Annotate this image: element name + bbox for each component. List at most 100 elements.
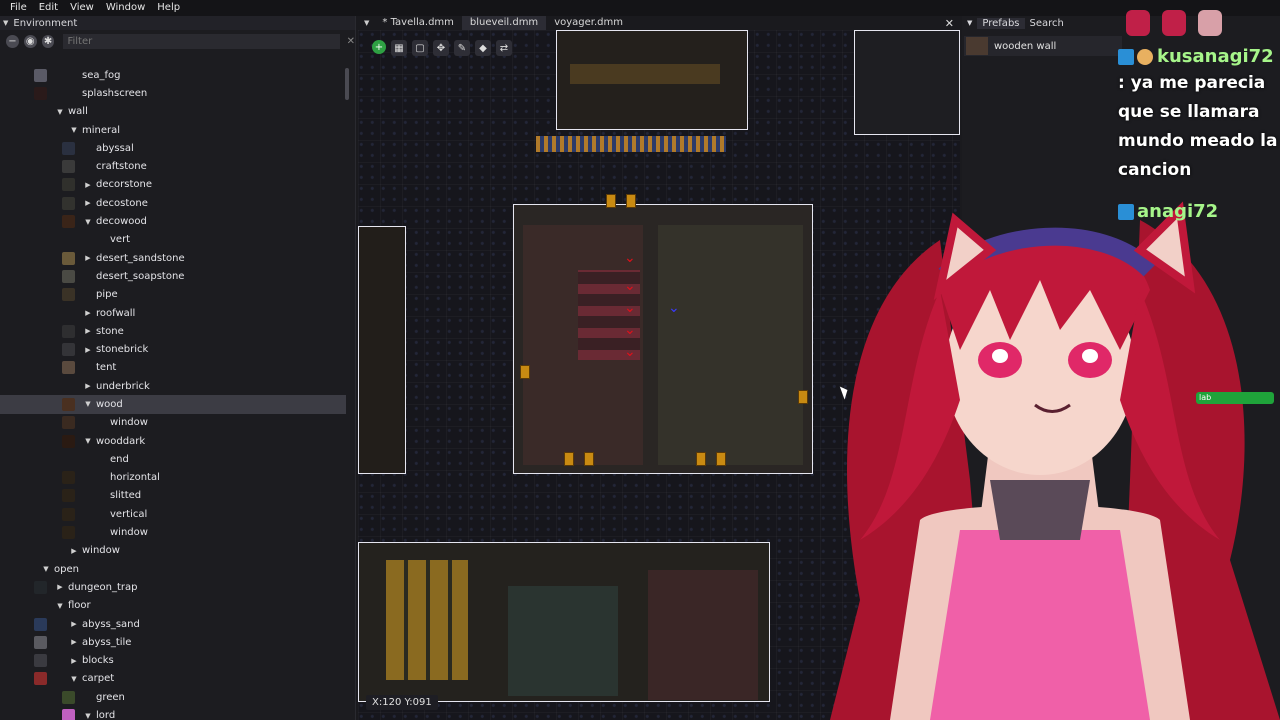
- tree-item[interactable]: ▶ stone: [0, 322, 346, 340]
- collapse-all-icon[interactable]: −: [6, 34, 19, 48]
- tree-item[interactable]: ▼ wall: [0, 103, 346, 121]
- tree-item[interactable]: ▶ roofwall: [0, 304, 346, 322]
- eraser-icon[interactable]: ◆: [475, 40, 491, 56]
- chevron-right-icon[interactable]: ▶: [82, 327, 94, 335]
- chevron-down-icon[interactable]: ▼: [82, 400, 94, 408]
- chevron-down-icon[interactable]: ▼: [68, 126, 80, 134]
- tree-item[interactable]: ▶ desert_sandstone: [0, 249, 346, 267]
- clear-filter-icon[interactable]: ✕: [347, 36, 355, 47]
- tree-item[interactable]: ▶ blocks: [0, 652, 346, 670]
- select-icon[interactable]: ▢: [412, 40, 428, 56]
- tree-item[interactable]: window: [0, 523, 346, 541]
- tree-item[interactable]: desert_soapstone: [0, 267, 346, 285]
- tile-thumbnail: [62, 416, 75, 430]
- map-floor-stone: [658, 225, 803, 465]
- map-crate: [520, 365, 530, 379]
- tree-item[interactable]: end: [0, 450, 346, 468]
- swap-icon[interactable]: ⇄: [496, 40, 512, 56]
- red-arrow-icon: ⌄: [624, 278, 636, 294]
- chevron-right-icon[interactable]: ▶: [54, 583, 66, 591]
- chevron-down-icon[interactable]: ▼: [82, 218, 94, 226]
- menu-view[interactable]: View: [64, 0, 100, 16]
- tile-thumbnail: [34, 654, 47, 668]
- environment-header[interactable]: ▼ Environment: [0, 16, 355, 30]
- tree-item[interactable]: ▶ abyss_sand: [0, 615, 346, 633]
- gear-icon[interactable]: ✱: [41, 34, 55, 48]
- tree-item[interactable]: craftstone: [0, 157, 346, 175]
- chevron-right-icon[interactable]: ▶: [82, 199, 94, 207]
- map-crate: [696, 452, 706, 466]
- chevron-right-icon[interactable]: ▶: [82, 382, 94, 390]
- tree-item[interactable]: ▼ wood: [0, 395, 346, 414]
- chevron-down-icon[interactable]: ▼: [40, 565, 52, 573]
- chevron-down-icon[interactable]: ▼: [82, 712, 94, 720]
- move-icon[interactable]: ✥: [433, 40, 449, 56]
- eye-icon[interactable]: ◉: [23, 34, 37, 48]
- tree-scrollbar[interactable]: [345, 68, 349, 100]
- tree-item[interactable]: slitted: [0, 487, 346, 505]
- menu-file[interactable]: File: [4, 0, 33, 16]
- map-crate: [564, 452, 574, 466]
- tabs-menu-icon[interactable]: ▼: [364, 19, 369, 27]
- chevron-right-icon[interactable]: ▶: [82, 309, 94, 317]
- chevron-right-icon[interactable]: ▶: [82, 254, 94, 262]
- tree-item[interactable]: pipe: [0, 286, 346, 304]
- prefab-item[interactable]: wooden wall: [964, 36, 1122, 56]
- chevron-right-icon[interactable]: ▶: [68, 657, 80, 665]
- chevron-right-icon[interactable]: ▶: [68, 547, 80, 555]
- tree-item[interactable]: sea_fog: [0, 66, 346, 84]
- tree-item[interactable]: ▶ dungeon_trap: [0, 578, 346, 596]
- tab-prefabs[interactable]: Prefabs: [977, 17, 1025, 29]
- menu-help[interactable]: Help: [151, 0, 186, 16]
- tree-item[interactable]: green: [0, 688, 346, 706]
- chevron-down-icon[interactable]: ▼: [54, 602, 66, 610]
- tree-item[interactable]: tent: [0, 359, 346, 377]
- chevron-right-icon[interactable]: ▶: [68, 620, 80, 628]
- tree-item[interactable]: ▶ stonebrick: [0, 340, 346, 358]
- menu-edit[interactable]: Edit: [33, 0, 64, 16]
- grid-icon[interactable]: ▦: [391, 40, 407, 56]
- tree-item-label: roofwall: [96, 307, 136, 319]
- chevron-right-icon[interactable]: ▶: [82, 346, 94, 354]
- filter-input[interactable]: [63, 33, 340, 49]
- chevron-down-icon[interactable]: ▼: [54, 108, 66, 116]
- tab-blueveil[interactable]: blueveil.dmm: [461, 16, 547, 30]
- tree-item[interactable]: horizontal: [0, 469, 346, 487]
- tree-item[interactable]: ▼ carpet: [0, 670, 346, 688]
- close-tab-icon[interactable]: ✕: [945, 17, 954, 30]
- tab-search[interactable]: Search: [1025, 18, 1069, 29]
- tree-item[interactable]: ▼ open: [0, 560, 346, 578]
- tree-item-label: splashscreen: [82, 87, 148, 99]
- tree-item[interactable]: ▶ window: [0, 542, 346, 560]
- collapse-icon[interactable]: ▼: [3, 19, 8, 27]
- tab-tavella[interactable]: * Tavella.dmm: [374, 16, 462, 30]
- tree-item[interactable]: ▶ decostone: [0, 194, 346, 212]
- tab-voyager[interactable]: voyager.dmm: [546, 16, 631, 30]
- chevron-down-icon[interactable]: ▼: [68, 675, 80, 683]
- tree-item[interactable]: window: [0, 414, 346, 432]
- panel-menu-icon[interactable]: ▼: [967, 19, 972, 27]
- tree-item[interactable]: ▶ underbrick: [0, 377, 346, 395]
- tree-item[interactable]: splashscreen: [0, 84, 346, 102]
- pencil-icon[interactable]: ✎: [454, 40, 470, 56]
- tree-item[interactable]: ▼ decowood: [0, 212, 346, 230]
- chevron-right-icon[interactable]: ▶: [82, 181, 94, 189]
- tree-item[interactable]: ▶ decorstone: [0, 176, 346, 194]
- tree-item-label: abyss_sand: [82, 618, 140, 630]
- tree-item-label: slitted: [110, 490, 142, 502]
- tree-item[interactable]: ▼ wooddark: [0, 432, 346, 450]
- chevron-right-icon[interactable]: ▶: [68, 638, 80, 646]
- tree-item[interactable]: ▼ floor: [0, 597, 346, 615]
- menu-window[interactable]: Window: [100, 0, 151, 16]
- tree-item-label: window: [82, 545, 120, 557]
- tree-item-label: end: [110, 453, 129, 465]
- add-icon[interactable]: +: [372, 40, 386, 54]
- tree-item[interactable]: abyssal: [0, 139, 346, 157]
- tree-item[interactable]: ▶ abyss_tile: [0, 633, 346, 651]
- tree-item[interactable]: ▼ lord: [0, 706, 346, 720]
- map-shelves: [386, 560, 468, 680]
- chevron-down-icon[interactable]: ▼: [82, 437, 94, 445]
- tree-item[interactable]: vert: [0, 231, 346, 249]
- tree-item[interactable]: vertical: [0, 505, 346, 523]
- tree-item[interactable]: ▼ mineral: [0, 121, 346, 139]
